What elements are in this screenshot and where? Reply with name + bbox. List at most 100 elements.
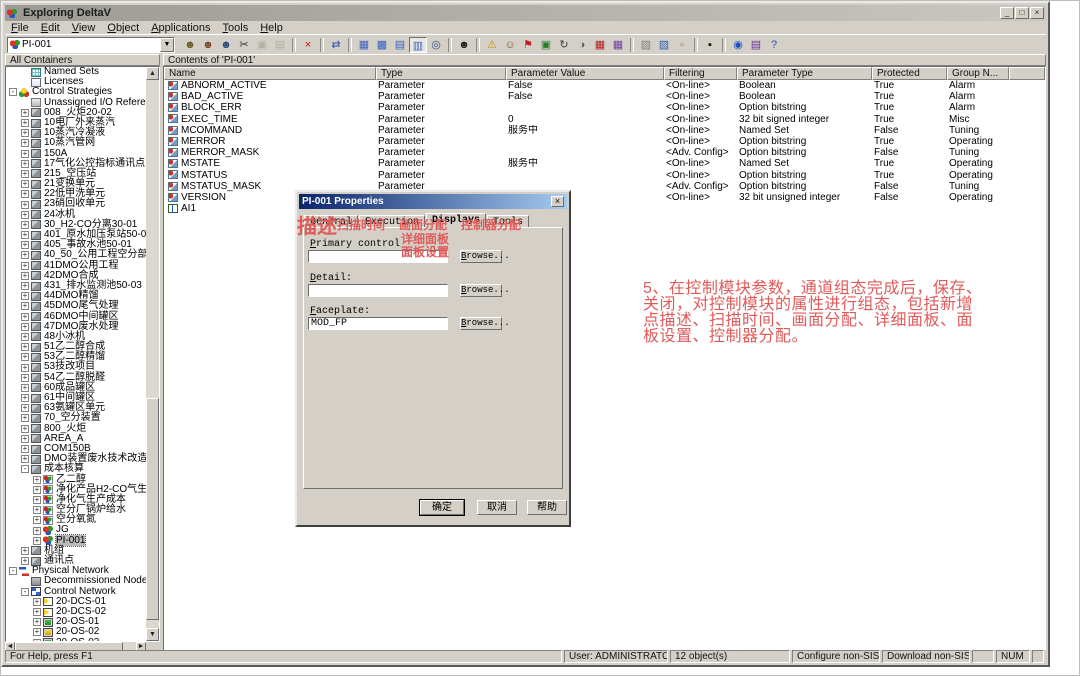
explore-user-icon[interactable]: ☻ [217, 37, 235, 53]
close-button[interactable]: × [1030, 7, 1044, 19]
dialog-title-bar[interactable]: PI-001 Properties × [299, 194, 567, 209]
display-picture-icon[interactable]: ▣ [537, 37, 555, 53]
copy-icon[interactable]: ▣ [253, 37, 271, 53]
table-row[interactable]: MSTATEParameter服务中<On-line>Named SetTrue… [164, 158, 1045, 169]
tree-expander[interactable]: + [21, 251, 29, 259]
tree-expander[interactable]: + [21, 109, 29, 117]
tree-expander[interactable]: + [21, 374, 29, 382]
tree-item[interactable]: +空分氧氮 [6, 515, 146, 525]
table-color-icon[interactable]: ▦ [609, 37, 627, 53]
tree-item[interactable]: +10蒸汽管网 [6, 138, 146, 148]
help-globe-icon[interactable]: ◉ [729, 37, 747, 53]
tree-expander[interactable]: + [21, 364, 29, 372]
tree-item[interactable]: +机组 [6, 546, 146, 556]
assign-user-icon[interactable]: ☺ [501, 37, 519, 53]
tree-expander[interactable]: + [21, 262, 29, 270]
table-red-icon[interactable]: ▦ [591, 37, 609, 53]
tree-expander[interactable]: + [33, 527, 41, 535]
tree-expander[interactable]: + [21, 211, 29, 219]
cut-icon[interactable]: ✂ [235, 37, 253, 53]
ok-button[interactable]: 确定 [420, 500, 464, 515]
tree-expander[interactable]: + [21, 129, 29, 137]
browse-button[interactable]: Browse... [460, 317, 502, 330]
help-button[interactable]: 帮助 [527, 500, 567, 515]
alarm-bell-icon[interactable]: ⚠ [483, 37, 501, 53]
browse-button[interactable]: Browse... [460, 284, 502, 297]
tree-expander[interactable]: + [21, 404, 29, 412]
table-row[interactable]: BAD_ACTIVEParameterFalse<On-line>Boolean… [164, 91, 1045, 102]
tree-expander[interactable]: + [33, 476, 41, 484]
explore-standard-icon[interactable]: ☻ [181, 37, 199, 53]
tree-expander[interactable]: + [21, 180, 29, 188]
tree-item[interactable]: +23硝回收单元 [6, 199, 146, 209]
tree-expander[interactable]: + [21, 292, 29, 300]
table-row[interactable]: MERROR_MASKParameter<Adv. Config>Option … [164, 147, 1045, 158]
menu-view[interactable]: View [66, 22, 102, 34]
tree-expander[interactable]: + [21, 333, 29, 341]
column-header[interactable]: Filtering [664, 67, 737, 80]
context-help-icon[interactable]: ? [765, 37, 783, 53]
menu-edit[interactable]: Edit [35, 22, 66, 34]
restore-button[interactable]: □ [1015, 7, 1029, 19]
tree-expander[interactable]: + [21, 435, 29, 443]
field-input[interactable] [308, 284, 448, 297]
explore-advanced-icon[interactable]: ☻ [199, 37, 217, 53]
tree-expander[interactable]: + [33, 618, 41, 626]
table-row[interactable]: EXEC_TIMEParameter0<On-line>32 bit signe… [164, 114, 1045, 125]
tree-expander[interactable]: + [21, 313, 29, 321]
tree-expander[interactable]: - [9, 567, 17, 575]
user-manager-icon[interactable]: ☻ [455, 37, 473, 53]
scroll-down-icon[interactable]: ▼ [146, 628, 159, 641]
chart-color-icon[interactable]: ▧ [655, 37, 673, 53]
tree-expander[interactable]: + [21, 221, 29, 229]
chart-gray-icon[interactable]: ▨ [637, 37, 655, 53]
tree-expander[interactable]: + [21, 231, 29, 239]
security-flag-icon[interactable]: ⚑ [519, 37, 537, 53]
batch-executive-icon[interactable]: ▪ [701, 37, 719, 53]
tree-expander[interactable]: - [21, 588, 29, 596]
tree-expander[interactable]: + [33, 496, 41, 504]
tree-expander[interactable]: + [21, 394, 29, 402]
tree-expander[interactable]: + [33, 608, 41, 616]
tree-expander[interactable]: + [21, 547, 29, 555]
column-header[interactable]: Parameter Type [737, 67, 872, 80]
menu-object[interactable]: Object [101, 22, 145, 34]
tree-expander[interactable]: + [21, 455, 29, 463]
column-header[interactable]: Parameter Value [506, 67, 664, 80]
tree-expander[interactable]: + [21, 241, 29, 249]
tree-item[interactable]: +PI-001 [6, 536, 146, 546]
combobox-dropdown-icon[interactable]: ▼ [160, 38, 174, 52]
tree-expander[interactable]: + [21, 272, 29, 280]
menu-help[interactable]: Help [254, 22, 289, 34]
tree-expander[interactable]: + [21, 323, 29, 331]
tree-expander[interactable]: + [21, 119, 29, 127]
object-combobox[interactable]: PI-001 ▼ [7, 37, 175, 53]
tree-expander[interactable]: + [21, 150, 29, 158]
properties-view-icon[interactable]: ◎ [427, 37, 445, 53]
tree-expander[interactable]: + [21, 343, 29, 351]
tree-expander[interactable]: + [33, 486, 41, 494]
tree-expander[interactable]: - [9, 88, 17, 96]
tree-vertical-scrollbar[interactable]: ▲ ▼ [146, 67, 159, 641]
minimize-button[interactable]: _ [1000, 7, 1014, 19]
tree-expander[interactable]: + [21, 201, 29, 209]
refresh-icon[interactable]: ↻ [555, 37, 573, 53]
scrollbar-thumb[interactable] [146, 398, 159, 620]
column-header[interactable]: Type [376, 67, 506, 80]
title-bar[interactable]: Exploring DeltaV _ □ × [5, 5, 1046, 21]
books-online-icon[interactable]: ▤ [747, 37, 765, 53]
column-header[interactable]: Protected [872, 67, 947, 80]
tree-expander[interactable]: + [21, 302, 29, 310]
cancel-button[interactable]: 取消 [477, 500, 517, 515]
view-small-icons-icon[interactable]: ▩ [373, 37, 391, 53]
menu-tools[interactable]: Tools [217, 22, 255, 34]
tree-expander[interactable]: + [21, 282, 29, 290]
table-row[interactable]: MSTATUSParameter<On-line>Option bitstrin… [164, 170, 1045, 181]
dialog-close-icon[interactable]: × [551, 196, 564, 207]
tree-expander[interactable]: - [21, 465, 29, 473]
tree-expander[interactable]: + [21, 139, 29, 147]
browse-button[interactable]: Browse... [460, 250, 502, 263]
tree-expander[interactable]: + [21, 353, 29, 361]
tree-expander[interactable]: + [33, 516, 41, 524]
table-row[interactable]: BLOCK_ERRParameter<On-line>Option bitstr… [164, 102, 1045, 113]
